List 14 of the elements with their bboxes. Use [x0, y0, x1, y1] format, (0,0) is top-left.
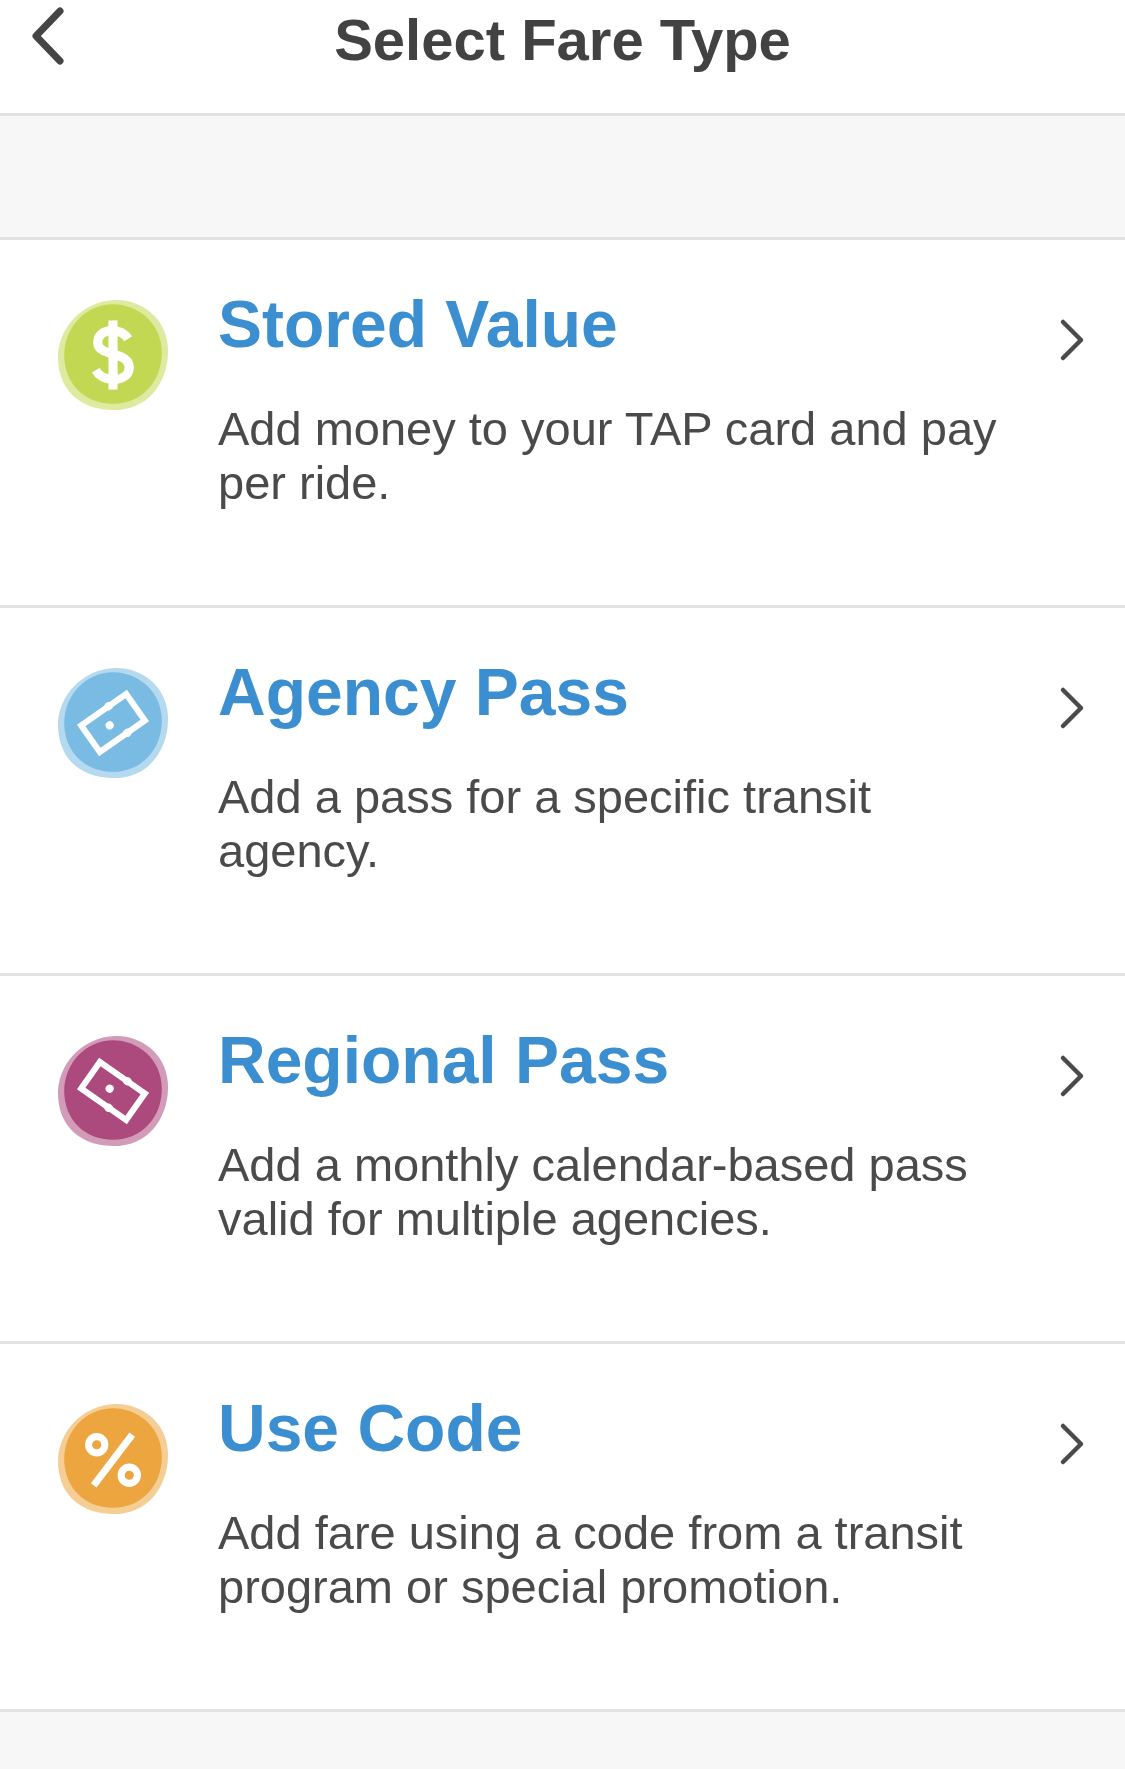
back-icon[interactable]	[30, 6, 66, 66]
fare-description: Add money to your TAP card and pay per ride.	[218, 402, 998, 510]
fare-description: Add fare using a code from a transit program or special promotion.	[218, 1506, 964, 1614]
chevron-icon	[1058, 1054, 1086, 1098]
fare-description: Add a monthly calendar-based pass valid for multiple agencies.	[218, 1138, 969, 1246]
fare-title: Stored Value	[218, 286, 619, 362]
fare-description: Add a pass for a specific transit agency.	[218, 770, 873, 878]
fare-title: Agency Pass	[218, 654, 630, 730]
chevron-icon	[1058, 318, 1086, 362]
chevron-icon	[1058, 1422, 1086, 1466]
chevron-icon	[1058, 686, 1086, 730]
fare-title: Use Code	[218, 1390, 524, 1466]
fare-title: Regional Pass	[218, 1022, 671, 1098]
page-title: Select Fare Type	[334, 6, 791, 74]
